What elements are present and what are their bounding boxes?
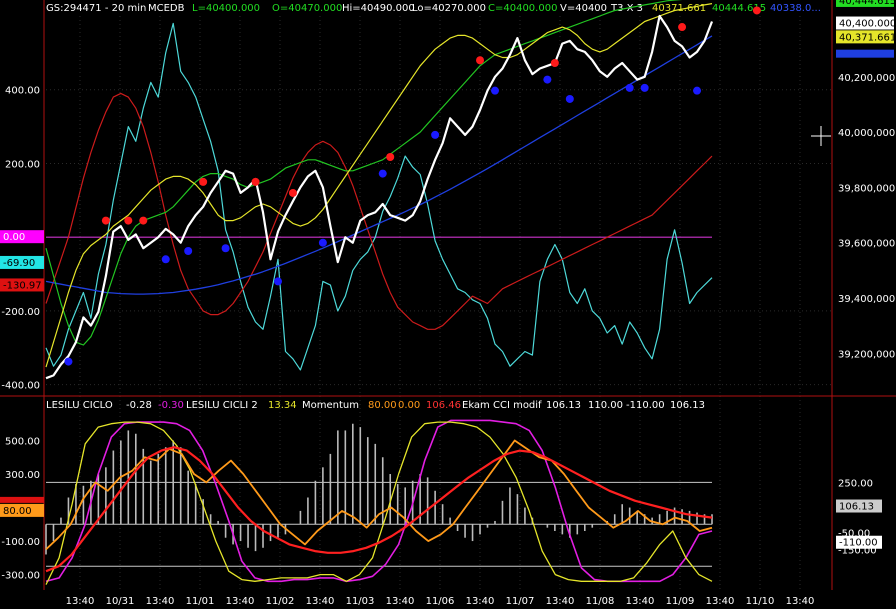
x-tick-label: 13:40 (546, 596, 575, 607)
osc-value-2: -0.30 (158, 400, 184, 411)
right-tag-yellow: 40,371.661 (839, 32, 896, 43)
osc-value-6: 106.46 (426, 400, 461, 411)
osc-name-3: Momentum (302, 400, 359, 411)
header-v1: 40371.661 (652, 3, 706, 14)
blue-signal-dot (640, 83, 649, 92)
osc-value-10: 106.13 (670, 400, 705, 411)
red-signal-dot (476, 56, 485, 65)
x-tick-label: 10/31 (106, 596, 135, 607)
header-exchange: MCEDB (148, 3, 185, 14)
blue-signal-dot (543, 75, 552, 84)
blue-signal-dot (625, 83, 634, 92)
header-volume: V=40400 (560, 3, 607, 14)
header-lo: Lo=40270.000 (412, 3, 486, 14)
right-tag-cci-low: -110.00 (839, 538, 878, 549)
blue-signal-dot (378, 169, 387, 178)
osc-value-9: -110.00 (626, 400, 665, 411)
header-low: L=40400.000 (192, 3, 260, 14)
left-tag-red-osc (0, 496, 44, 503)
right-tag-blue (836, 49, 894, 58)
red-signal-dot (251, 177, 260, 186)
blue-signal-dot (565, 94, 574, 103)
left-tag-zero: 0.00 (3, 232, 25, 243)
red-signal-dot (550, 59, 559, 67)
blue-signal-dot (64, 357, 73, 366)
x-tick-label: 11/09 (666, 596, 695, 607)
y-right-tick-label: 39,400,000 (838, 294, 895, 305)
y-left-tick-label: 200.00 (5, 159, 40, 170)
left-tag-red: -130.97 (3, 280, 42, 291)
osc-name-1: LESILU CICLO (46, 400, 113, 411)
x-tick-label: 11/01 (186, 596, 215, 607)
red-signal-dot (199, 177, 208, 186)
right-tag-green: 40,444.615 (839, 0, 896, 7)
red-signal-dot (386, 153, 395, 161)
y-left-tick-label: -200.00 (1, 307, 40, 318)
x-tick-label: 13:40 (66, 596, 95, 607)
red-signal-dot (124, 216, 133, 225)
red-signal-dot (101, 216, 110, 225)
y-right-tick-label: 40,000,000 (838, 128, 895, 139)
blue-signal-dot (693, 86, 702, 95)
header-high: Hi=40490.000 (342, 3, 415, 14)
blue-signal-dot (318, 238, 327, 247)
red-signal-dot (139, 216, 148, 225)
osc-left-tick-label: -100.00 (1, 537, 40, 548)
y-left-tick-label: 400.00 (5, 86, 40, 97)
x-tick-label: 11/03 (346, 596, 375, 607)
red-signal-dot (678, 23, 687, 32)
osc-name-4: Ekam CCI modif (462, 400, 542, 411)
x-tick-label: 13:40 (226, 596, 255, 607)
x-tick-label: 13:40 (146, 596, 175, 607)
osc-left-tick-label: 300.00 (5, 470, 40, 481)
red-signal-dot (288, 188, 297, 197)
left-tag-momentum: 80.00 (3, 506, 32, 517)
right-tag-white: 40,400.000 (839, 19, 896, 30)
osc-value-3: 13.34 (268, 400, 297, 411)
header-close: C=40400.000 (488, 3, 557, 14)
y-right-tick-label: 39,800,000 (838, 183, 895, 194)
blue-signal-dot (490, 86, 499, 95)
blue-signal-dot (431, 130, 440, 139)
blue-signal-dot (273, 277, 282, 286)
x-tick-label: 13:40 (626, 596, 655, 607)
x-tick-label: 13:40 (466, 596, 495, 607)
left-tag-cycle: -69.90 (3, 258, 35, 269)
osc-value-1: -0.28 (126, 400, 152, 411)
header-v3: 40338.0... (770, 3, 821, 14)
x-tick-label: 13:40 (386, 596, 415, 607)
right-tag-cci: 106.13 (839, 502, 874, 513)
x-tick-label: 11/06 (426, 596, 455, 607)
trading-chart: GS:294471 - 20 min MCEDB L=40400.000 O=4… (0, 0, 896, 609)
x-tick-label: 13:40 (786, 596, 815, 607)
y-right-tick-label: 39,600,000 (838, 239, 895, 250)
y-right-tick-label: 39,200,000 (838, 349, 895, 360)
osc-left-tick-label: -300.00 (1, 571, 40, 582)
x-tick-label: 11/02 (266, 596, 295, 607)
osc-value-5: 0.00 (398, 400, 420, 411)
y-left-tick-label: -400.00 (1, 381, 40, 392)
osc-name-2: LESILU CICLI 2 (186, 400, 258, 411)
x-tick-label: 11/08 (586, 596, 615, 607)
x-tick-label: 13:40 (306, 596, 335, 607)
blue-signal-dot (161, 255, 170, 264)
osc-left-tick-label: 500.00 (5, 436, 40, 447)
oscillator-header: LESILU CICLO -0.28 -0.30 LESILU CICLI 2 … (46, 400, 705, 411)
x-tick-label: 13:40 (706, 596, 735, 607)
osc-right-tick-label: 250.00 (838, 478, 873, 489)
osc-value-8: 110.00 (588, 400, 623, 411)
header-open: O=40470.000 (272, 3, 342, 14)
y-right-tick-label: 40,200,000 (838, 73, 895, 84)
osc-value-4: 80.00 (368, 400, 397, 411)
blue-signal-dot (221, 244, 230, 253)
osc-value-7: 106.13 (546, 400, 581, 411)
background (0, 0, 896, 609)
red-signal-dot (752, 6, 761, 15)
header-symbol: GS:294471 - 20 min (46, 3, 146, 14)
x-tick-label: 11/07 (506, 596, 535, 607)
x-tick-label: 11/10 (746, 596, 775, 607)
blue-signal-dot (184, 247, 193, 255)
